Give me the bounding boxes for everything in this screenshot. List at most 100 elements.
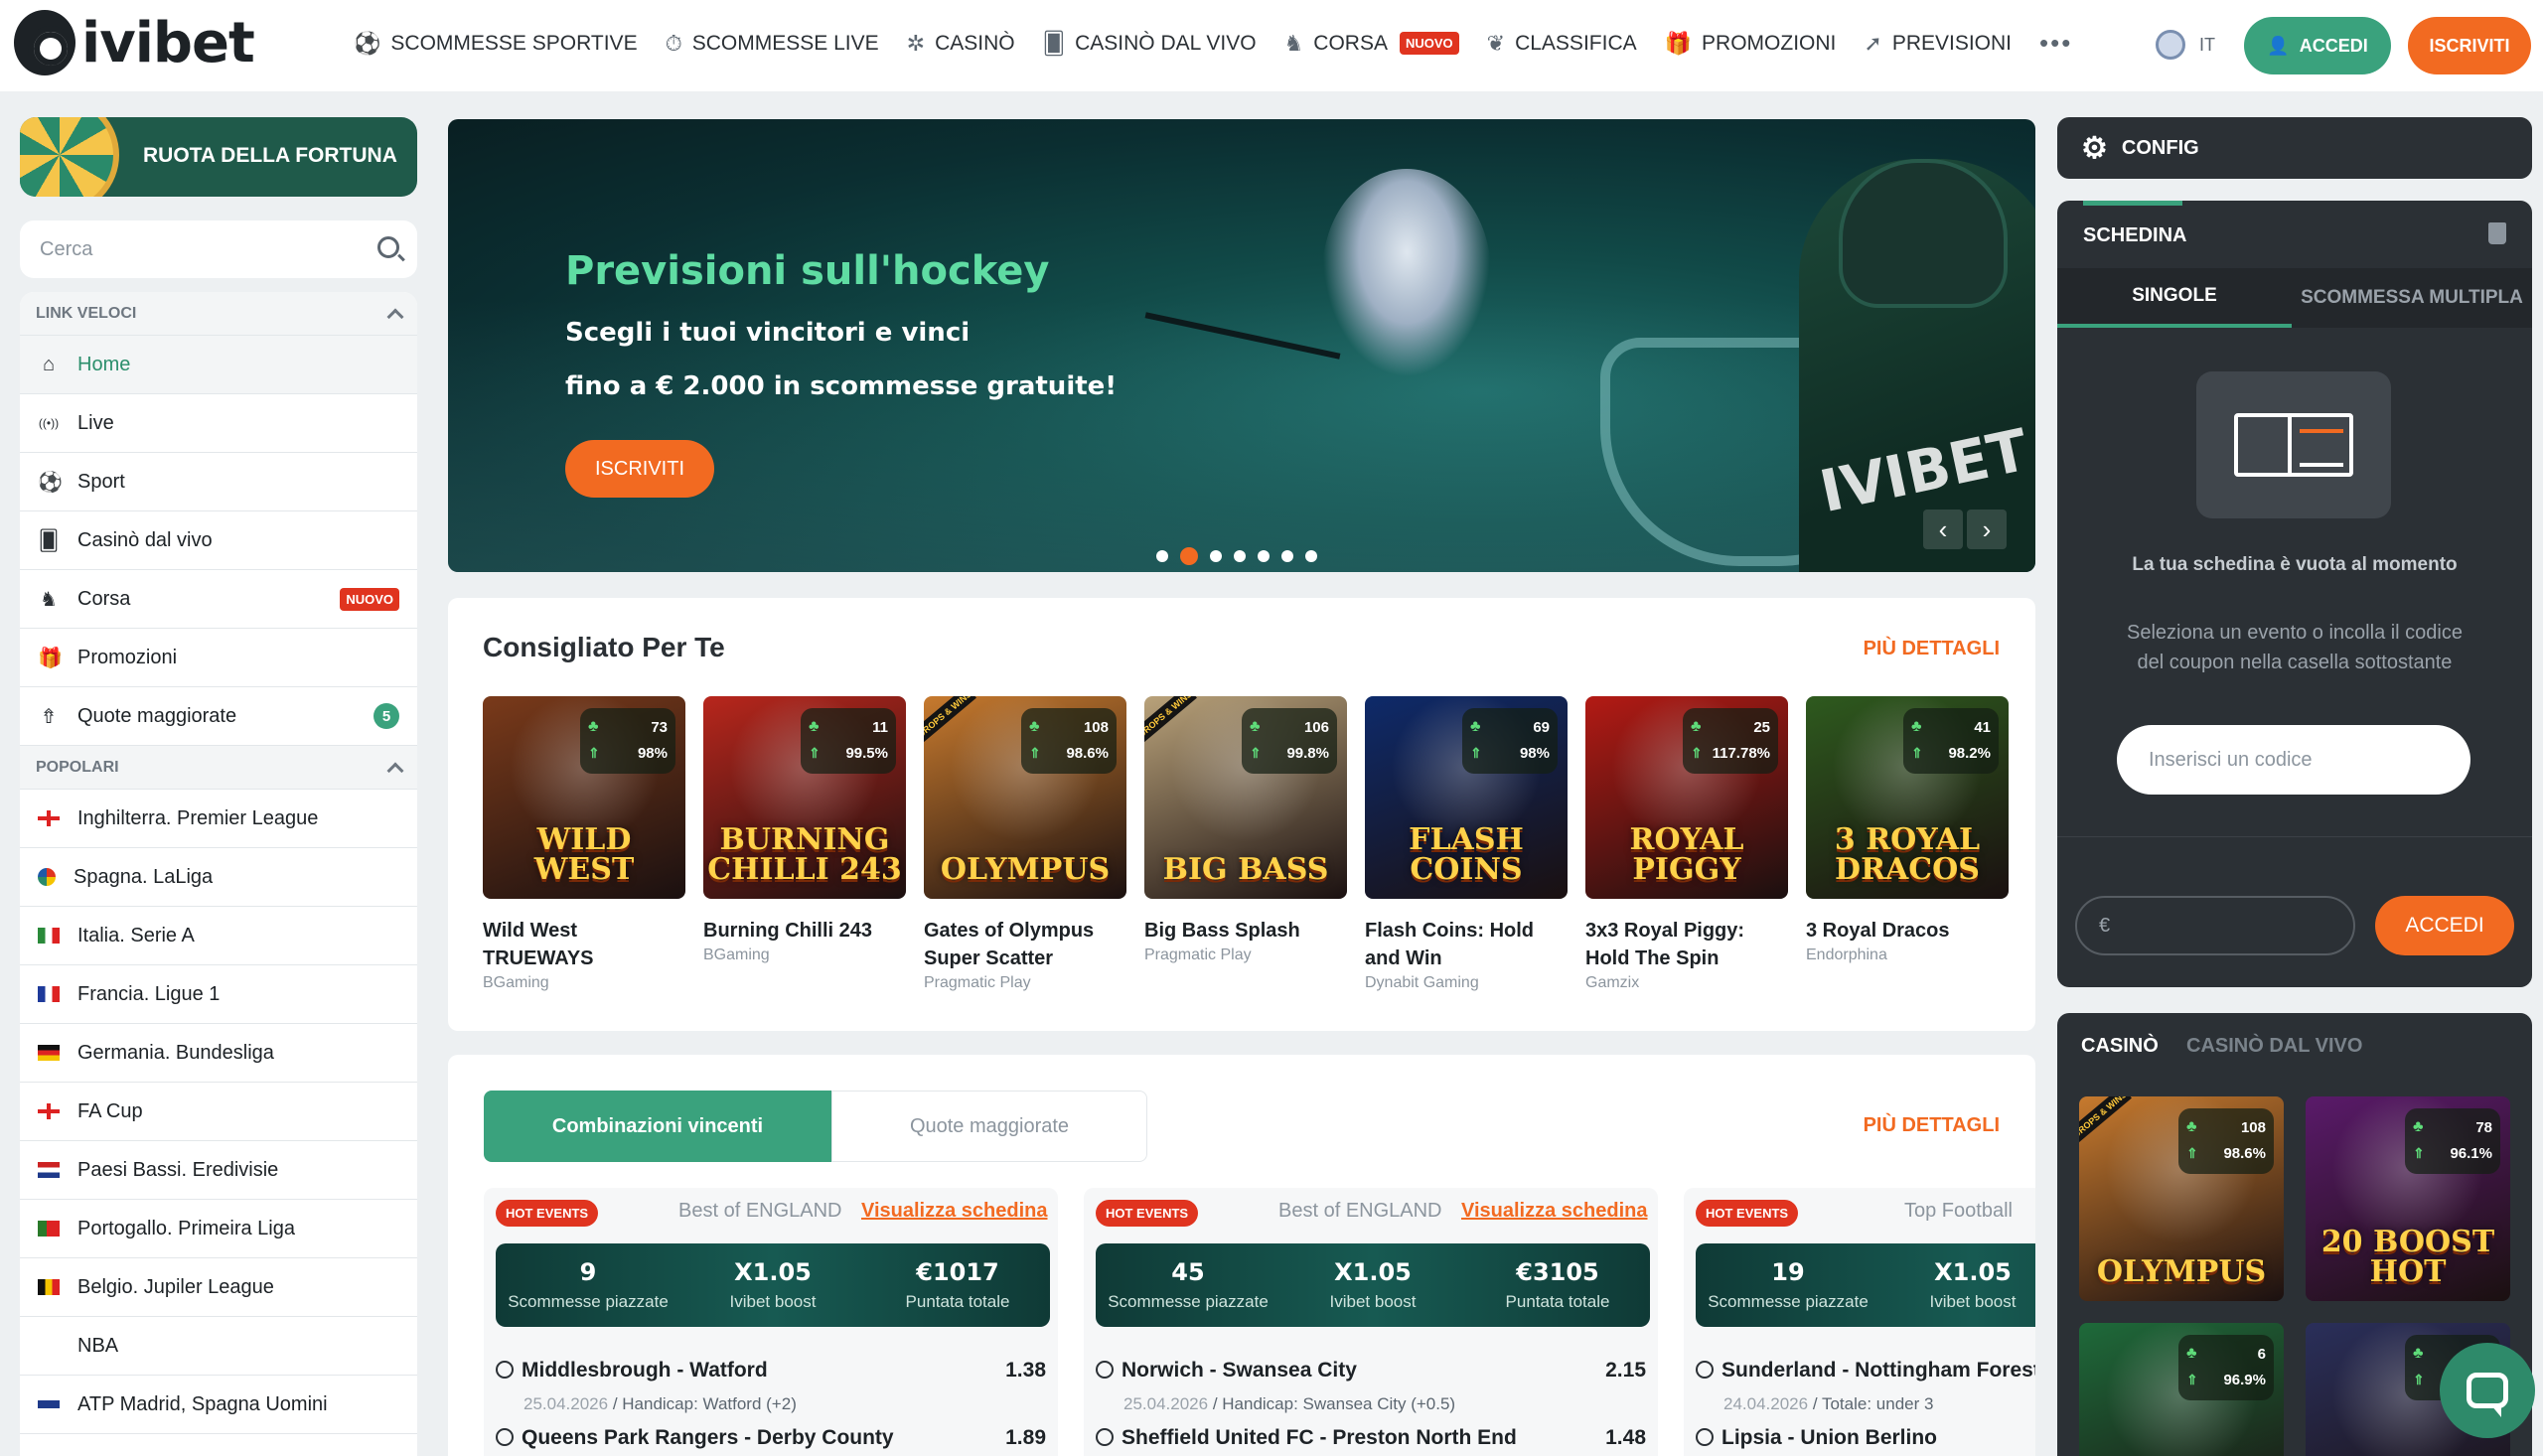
nav-item-scommesse-sportive[interactable]: ⚽ SCOMMESSE SPORTIVE — [354, 31, 638, 57]
sidebar-item-promozioni[interactable]: 🎁 Promozioni — [20, 629, 417, 687]
view-betslip-link[interactable]: Visualizza schedina — [1461, 1200, 1648, 1223]
game-card[interactable]: ♣ 69 ⇑ 98% FLASH COINS Flash Coins: Hold and … — [1365, 696, 1568, 992]
coupon-code-input[interactable]: Inserisci un codice — [2117, 725, 2470, 795]
sidebar-item-corsa[interactable]: ♞ Corsa NUOVO — [20, 570, 417, 629]
combo-card[interactable]: HOT EVENTS Best of ENGLAND Visualizza sche… — [484, 1188, 1058, 1456]
game-thumbnail[interactable]: ♣ 78 ⇑ 96.1% 20 BOOST HOT — [2306, 1096, 2510, 1301]
sidebar-item-sport[interactable]: ⚽ Sport — [20, 453, 417, 511]
sidebar-item-popular[interactable]: ATP Madrid, Spagna Uomini — [20, 1376, 417, 1434]
chevron-left-icon[interactable]: ‹ — [1923, 510, 1963, 549]
game-card[interactable]: ♣ 25 ⇑ 117.78% ROYAL PIGGY 3x3 Royal Piggy: H… — [1585, 696, 1788, 992]
nav-item-scommesse-live[interactable]: ⏱ SCOMMESSE LIVE — [666, 31, 879, 57]
tab-single-bets[interactable]: SINGOLE — [2057, 268, 2292, 328]
sidebar-item-popular[interactable]: Francia. Ligue 1 — [20, 965, 417, 1024]
sidebar-item-popular[interactable]: Italia. Serie A — [20, 907, 417, 965]
game-thumbnail[interactable]: ♣ 73 ⇑ 98% WILD WEST — [483, 696, 685, 899]
sidebar-item-popular[interactable]: Belgio. Jupiler League — [20, 1258, 417, 1317]
search-icon[interactable] — [377, 236, 399, 258]
sidebar-item-popular[interactable]: FA Cup — [20, 1083, 417, 1141]
game-provider: Endorphina — [1806, 946, 1887, 963]
chevron-right-icon[interactable]: › — [1967, 510, 2007, 549]
nav-item-classifica[interactable]: ❦ CLASSIFICA — [1487, 31, 1637, 57]
game-card[interactable]: ♣ 73 ⇑ 98% WILD WEST Wild West TRUEWAYS BGamin… — [483, 696, 685, 992]
flag-atp-icon — [38, 1400, 60, 1408]
match-market: Handicap: Swansea City (+0.5) — [1222, 1394, 1456, 1413]
carousel-dot[interactable] — [1180, 547, 1198, 565]
game-thumbnail[interactable]: ♣ 11 ⇑ 99.5% BURNING CHILLI 243 — [703, 696, 906, 899]
carousel-dot[interactable] — [1234, 550, 1246, 562]
meta-separator: / — [608, 1394, 623, 1413]
game-thumbnail[interactable]: DROPS & WINS ♣ 106 ⇑ 99.8% BIG BASS — [1144, 696, 1347, 899]
laurel-icon: ❦ — [1486, 30, 1506, 56]
wheel-of-fortune-banner[interactable]: RUOTA DELLA FORTUNA — [20, 117, 417, 197]
game-card[interactable]: ♣ 11 ⇑ 99.5% BURNING CHILLI 243 Burning Chill… — [703, 696, 906, 992]
register-button[interactable]: ISCRIVITI — [2408, 17, 2531, 74]
stake-amount-input[interactable]: € — [2075, 896, 2355, 955]
game-card[interactable]: DROPS & WINS ♣ 106 ⇑ 99.8% BIG BASS Big Bass S… — [1144, 696, 1347, 992]
sidebar-item-label: Sport — [77, 470, 125, 493]
game-thumbnail[interactable]: ♣ 41 ⇑ 98.2% 3 ROYAL DRACOS — [1806, 696, 2009, 899]
carousel-dot[interactable] — [1210, 550, 1222, 562]
stat-label: Puntata totale — [905, 1292, 1010, 1311]
game-thumbnail[interactable]: DROPS & WINS ♣ 108 ⇑ 98.6% OLYMPUS — [924, 696, 1126, 899]
combo-league: Best of ENGLAND — [678, 1200, 842, 1222]
sidebar-item-home[interactable]: ⌂ Home — [20, 336, 417, 394]
carousel-dot[interactable] — [1281, 550, 1293, 562]
tab-winning-combos[interactable]: Combinazioni vincenti — [484, 1091, 831, 1162]
recommended-more-link[interactable]: PIÙ DETTAGLI — [1864, 638, 2000, 660]
tab-boosted-odds[interactable]: Quote maggiorate — [831, 1091, 1147, 1162]
tab-live-casino[interactable]: CASINÒ DAL VIVO — [2186, 1035, 2362, 1058]
sidebar-item-popular[interactable]: Spagna. LaLiga — [20, 848, 417, 907]
nav-item-casin-[interactable]: ✲ CASINÒ — [907, 31, 1015, 57]
game-art-title: WILD WEST — [533, 822, 635, 887]
view-betslip-link[interactable]: Visualizza schedina — [861, 1200, 1048, 1223]
sidebar-item-live[interactable]: ((•)) Live — [20, 394, 417, 453]
combos-more-link[interactable]: PIÙ DETTAGLI — [1864, 1114, 2000, 1137]
sidebar-item-popular[interactable]: Portogallo. Primeira Liga — [20, 1200, 417, 1258]
sidebar-item-popular[interactable]: NBA — [20, 1317, 417, 1376]
tab-casino[interactable]: CASINÒ — [2081, 1035, 2159, 1058]
login-button[interactable]: 👤 ACCEDI — [2244, 17, 2391, 74]
stat-value: 9 — [579, 1258, 597, 1286]
ivibet-logo[interactable]: ivibet — [14, 10, 255, 75]
match-title: Sunderland - Nottingham Forest — [1721, 1359, 2035, 1382]
carousel-dot[interactable] — [1258, 550, 1270, 562]
game-thumbnail[interactable]: ♣ 69 ⇑ 98% FLASH COINS — [1365, 696, 1568, 899]
divider — [2057, 836, 2532, 837]
trash-icon[interactable] — [2488, 222, 2506, 244]
nav-item-previsioni[interactable]: ➚ PREVISIONI — [1864, 31, 2012, 57]
live-chat-button[interactable] — [2440, 1343, 2535, 1438]
sidebar-item-quote-maggiorate[interactable]: ⇮ Quote maggiorate 5 — [20, 687, 417, 746]
popular-header[interactable]: POPOLARI — [20, 746, 417, 790]
flag-germany-icon — [38, 1045, 60, 1061]
game-thumbnail[interactable]: DROPS & WINS ♣ 108 ⇑ 98.6% OLYMPUS — [2079, 1096, 2284, 1301]
sidebar-item-popular[interactable]: Paesi Bassi. Eredivisie — [20, 1141, 417, 1200]
config-button[interactable]: ⚙ CONFIG — [2057, 117, 2532, 179]
search-input[interactable]: Cerca — [20, 220, 417, 278]
tab-multiple-bet[interactable]: SCOMMESSA MULTIPLA — [2292, 268, 2532, 328]
language-selector[interactable]: IT — [2156, 30, 2215, 60]
nav-item-casin-dal-vivo[interactable]: 🂠 CASINÒ DAL VIVO — [1043, 31, 1257, 57]
game-card[interactable]: ♣ 41 ⇑ 98.2% 3 ROYAL DRACOS 3 Royal Dracos End… — [1806, 696, 2009, 992]
game-art-title: OLYMPUS — [2096, 1254, 2267, 1289]
betslip-login-button[interactable]: ACCEDI — [2375, 896, 2514, 955]
sidebar-item-casin-dal-vivo[interactable]: 🂠 Casinò dal vivo — [20, 511, 417, 570]
carousel-dot[interactable] — [1156, 550, 1168, 562]
game-thumbnail[interactable]: ♣ 6 ⇑ 96.9% — [2079, 1323, 2284, 1456]
more-menu-icon[interactable]: ••• — [2039, 28, 2072, 59]
sidebar-item-popular[interactable]: Inghilterra. Premier League — [20, 790, 417, 848]
nav-item-promozioni[interactable]: 🎁 PROMOZIONI — [1665, 31, 1837, 57]
game-thumbnail[interactable]: ♣ 25 ⇑ 117.78% ROYAL PIGGY — [1585, 696, 1788, 899]
game-card[interactable]: DROPS & WINS ♣ 108 ⇑ 98.6% OLYMPUS Gates of Ol… — [924, 696, 1126, 992]
quick-links-header[interactable]: LINK VELOCI — [20, 292, 417, 336]
carousel-dot[interactable] — [1305, 550, 1317, 562]
hero-banner[interactable]: IVIBET Previsioni sull'hockey Scegli i t… — [448, 119, 2035, 572]
combo-card[interactable]: HOT EVENTS Top Football 19 Scommesse piazza… — [1684, 1188, 2035, 1456]
combo-stat-bets: 9 Scommesse piazzate — [496, 1243, 680, 1327]
sidebar-item-popular[interactable]: Germania. Bundesliga — [20, 1024, 417, 1083]
nav-item-corsa[interactable]: ♞ CORSA NUOVO — [1284, 31, 1459, 57]
combo-card[interactable]: HOT EVENTS Best of ENGLAND Visualizza sche… — [1084, 1188, 1658, 1456]
live-stopwatch-icon: ⏱ — [665, 30, 682, 56]
hero-register-button[interactable]: ISCRIVITI — [565, 440, 714, 498]
rtp-value: 99.5% — [845, 744, 888, 762]
